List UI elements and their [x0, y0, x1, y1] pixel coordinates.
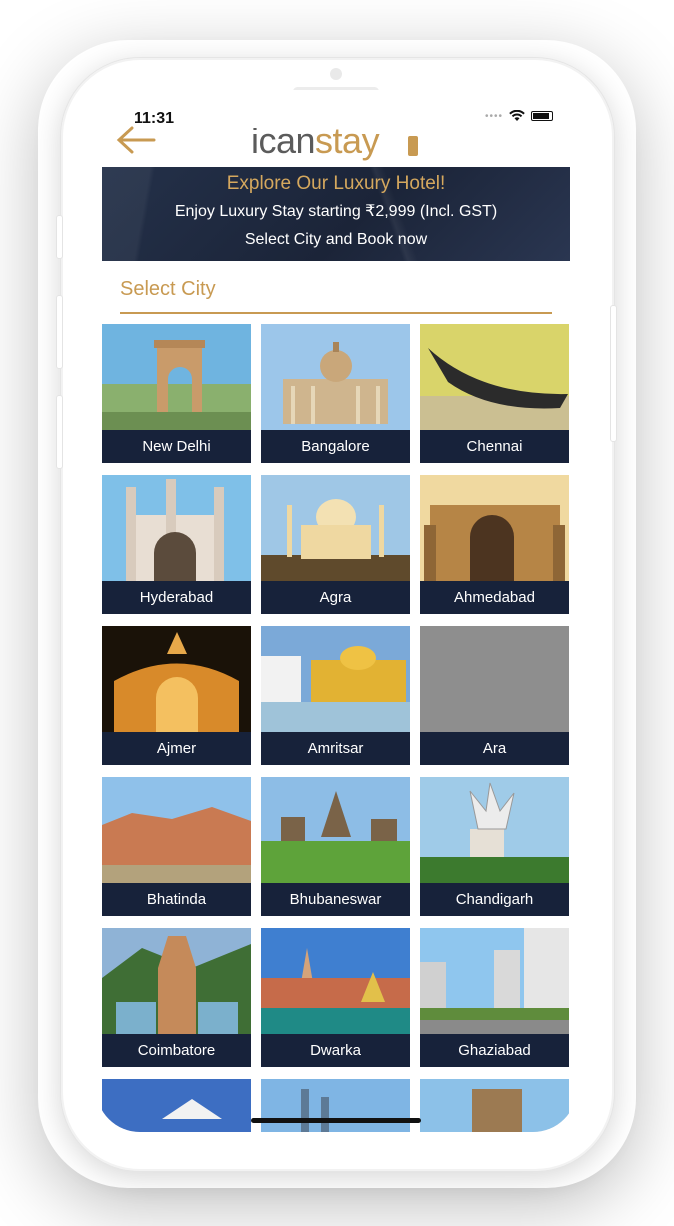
city-label: Bangalore — [261, 430, 410, 463]
city-label: Bhatinda — [102, 883, 251, 916]
power-button — [610, 305, 617, 442]
select-city-field[interactable]: Select City — [120, 274, 552, 314]
back-arrow-icon[interactable] — [114, 124, 158, 156]
city-label: Amritsar — [261, 732, 410, 765]
city-label: Agra — [261, 581, 410, 614]
logo-luggage-icon — [408, 136, 418, 156]
city-label: Chennai — [420, 430, 569, 463]
banner-cta-line: Select City and Book now — [244, 231, 428, 248]
notch — [199, 90, 472, 128]
city-label: Hyderabad — [102, 581, 251, 614]
city-label: New Delhi — [102, 430, 251, 463]
status-icons: •••• — [485, 110, 553, 122]
city-image-ahmedabad — [420, 475, 569, 581]
city-image-ghaziabad — [420, 928, 569, 1034]
city-image-chennai — [420, 324, 569, 430]
city-label: Chandigarh — [420, 883, 569, 916]
city-label: Ajmer — [102, 732, 251, 765]
city-tile-bhatinda[interactable]: Bhatinda — [102, 777, 251, 916]
banner-price-line: Enjoy Luxury Stay starting ₹2,999 (Incl.… — [174, 203, 498, 220]
front-camera — [330, 68, 342, 80]
city-tile-hyderabad[interactable]: Hyderabad — [102, 475, 251, 614]
status-time: 11:31 — [134, 110, 175, 127]
city-tile-agra[interactable]: Agra — [261, 475, 410, 614]
volume-up-button — [56, 295, 63, 369]
mute-switch — [56, 215, 63, 259]
city-tile-ahmedabad[interactable]: Ahmedabad — [420, 475, 569, 614]
city-tile-partial-2[interactable] — [261, 1079, 410, 1132]
banner-title: Explore Our Luxury Hotel! — [226, 173, 446, 194]
city-label: Ara — [420, 732, 569, 765]
city-image-partial-1 — [102, 1079, 251, 1132]
city-image-agra — [261, 475, 410, 581]
city-image-partial-3 — [420, 1079, 569, 1132]
city-tile-chennai[interactable]: Chennai — [420, 324, 569, 463]
city-tile-bhubaneswar[interactable]: Bhubaneswar — [261, 777, 410, 916]
city-image-bhatinda — [102, 777, 251, 883]
city-tile-amritsar[interactable]: Amritsar — [261, 626, 410, 765]
city-tile-new-delhi[interactable]: New Delhi — [102, 324, 251, 463]
city-image-amritsar — [261, 626, 410, 732]
city-image-new-delhi — [102, 324, 251, 430]
city-label: Ghaziabad — [420, 1034, 569, 1067]
city-tile-chandigarh[interactable]: Chandigarh — [420, 777, 569, 916]
city-tile-partial-3[interactable] — [420, 1079, 569, 1132]
city-image-coimbatore — [102, 928, 251, 1034]
home-indicator[interactable] — [251, 1118, 421, 1123]
city-image-ajmer — [102, 626, 251, 732]
city-image-bangalore — [261, 324, 410, 430]
app-screen: 11:31 •••• icanstay Explore Our Luxury H… — [96, 90, 577, 1132]
signal-icon: •••• — [484, 110, 503, 122]
city-label: Coimbatore — [102, 1034, 251, 1067]
city-tile-ara[interactable]: Ara — [420, 626, 569, 765]
city-label: Ahmedabad — [420, 581, 569, 614]
city-image-chandigarh — [420, 777, 569, 883]
city-tile-bangalore[interactable]: Bangalore — [261, 324, 410, 463]
city-image-bhubaneswar — [261, 777, 410, 883]
city-label: Dwarka — [261, 1034, 410, 1067]
promo-banner[interactable]: Explore Our Luxury Hotel! Enjoy Luxury S… — [102, 167, 570, 261]
battery-icon — [531, 111, 553, 121]
city-tile-coimbatore[interactable]: Coimbatore — [102, 928, 251, 1067]
city-image-partial-2 — [261, 1079, 410, 1132]
city-tile-partial-1[interactable] — [102, 1079, 251, 1132]
volume-down-button — [56, 395, 63, 469]
select-city-label: Select City — [120, 278, 216, 300]
city-tile-ghaziabad[interactable]: Ghaziabad — [420, 928, 569, 1067]
city-tile-ajmer[interactable]: Ajmer — [102, 626, 251, 765]
city-tile-dwarka[interactable]: Dwarka — [261, 928, 410, 1067]
city-label: Bhubaneswar — [261, 883, 410, 916]
city-image-dwarka — [261, 928, 410, 1034]
wifi-icon — [509, 110, 525, 121]
city-image-hyderabad — [102, 475, 251, 581]
